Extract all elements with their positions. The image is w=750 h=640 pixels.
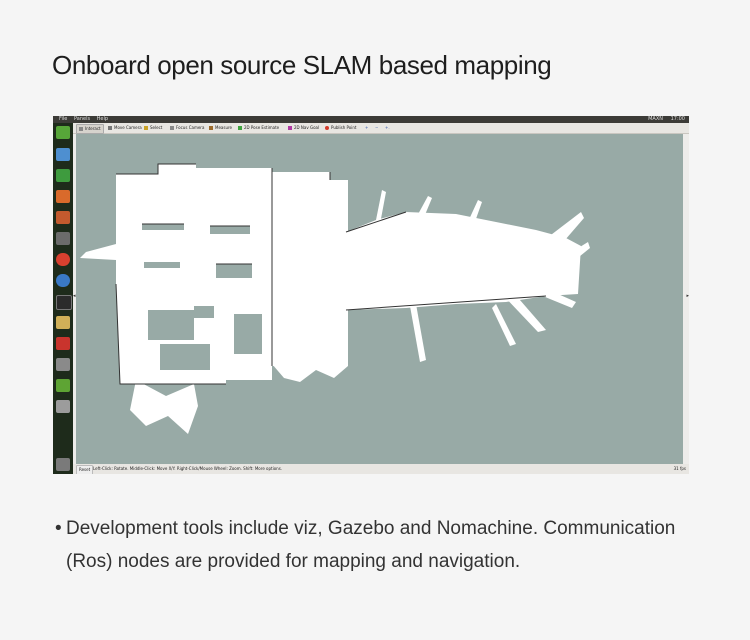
qt-icon[interactable] — [56, 379, 70, 392]
trash-icon[interactable] — [56, 458, 70, 471]
drive-icon[interactable] — [56, 400, 70, 413]
rviz-icon[interactable] — [56, 337, 70, 350]
menu-help[interactable]: Help — [97, 116, 108, 122]
right-panel-handle-icon[interactable]: ▸ — [686, 293, 689, 299]
spreadsheet-icon[interactable] — [56, 169, 70, 182]
rviz-window: Interact Move Camera Select Focus Camera… — [73, 123, 689, 474]
document-icon[interactable] — [56, 148, 70, 161]
tool-more[interactable]: +. — [383, 124, 392, 132]
rviz-label-icon[interactable] — [56, 358, 70, 371]
page-title: Onboard open source SLAM based mapping — [52, 50, 552, 80]
tray-maxn[interactable]: MAXN — [648, 116, 663, 122]
nav-goal-icon — [288, 126, 292, 130]
caption-text: Development tools include viz, Gazebo an… — [66, 518, 676, 572]
move-camera-icon — [108, 126, 112, 130]
tool-interact[interactable]: Interact — [76, 124, 104, 134]
tool-focus-camera[interactable]: Focus Camera — [168, 124, 206, 132]
pose-estimate-icon — [238, 126, 242, 130]
focus-camera-icon — [170, 126, 174, 130]
chromium-icon[interactable] — [56, 274, 70, 287]
reset-button[interactable]: Reset — [76, 465, 94, 474]
chrome-icon[interactable] — [56, 253, 70, 266]
map-viewport[interactable] — [76, 134, 683, 464]
settings-icon[interactable] — [56, 232, 70, 245]
tool-2d-nav-goal[interactable]: 2D Nav Goal — [286, 124, 321, 132]
text-editor-icon[interactable] — [56, 316, 70, 329]
interact-icon — [79, 127, 83, 131]
tool-move-camera[interactable]: Move Camera — [106, 124, 144, 132]
publish-point-icon — [325, 126, 329, 130]
tool-2d-pose-estimate[interactable]: 2D Pose Estimate — [236, 124, 281, 132]
menu-panels[interactable]: Panels — [74, 116, 90, 122]
menu-file[interactable]: File — [59, 116, 67, 122]
measure-icon — [209, 126, 213, 130]
launcher-sidebar — [53, 123, 74, 474]
image-icon[interactable] — [56, 211, 70, 224]
tool-select[interactable]: Select — [142, 124, 164, 132]
rviz-toolbar: Interact Move Camera Select Focus Camera… — [73, 123, 689, 134]
tool-measure[interactable]: Measure — [207, 124, 234, 132]
caption: • Development tools include viz, Gazebo … — [55, 512, 705, 578]
occupancy-map — [80, 163, 590, 434]
tray-clock[interactable]: 17:00 — [671, 116, 685, 122]
status-bar: Reset Left-Click: Rotate. Middle-Click: … — [73, 464, 689, 474]
status-hint: Left-Click: Rotate. Middle-Click: Move X… — [93, 466, 283, 471]
screenshot-frame: File Panels Help MAXN 17:00 Interact Mov… — [53, 116, 689, 474]
fps-counter: 31 fps — [673, 466, 686, 471]
tool-publish-point[interactable]: Publish Point — [323, 124, 358, 132]
menu-bar: File Panels Help MAXN 17:00 — [53, 116, 689, 123]
ubuntu-logo-icon[interactable] — [56, 126, 70, 139]
select-icon — [144, 126, 148, 130]
terminal-icon[interactable] — [56, 295, 72, 310]
tool-add[interactable]: + — [363, 124, 370, 132]
tool-remove[interactable]: − — [373, 124, 380, 132]
presentation-icon[interactable] — [56, 190, 70, 203]
caption-bullet: • — [55, 518, 62, 539]
